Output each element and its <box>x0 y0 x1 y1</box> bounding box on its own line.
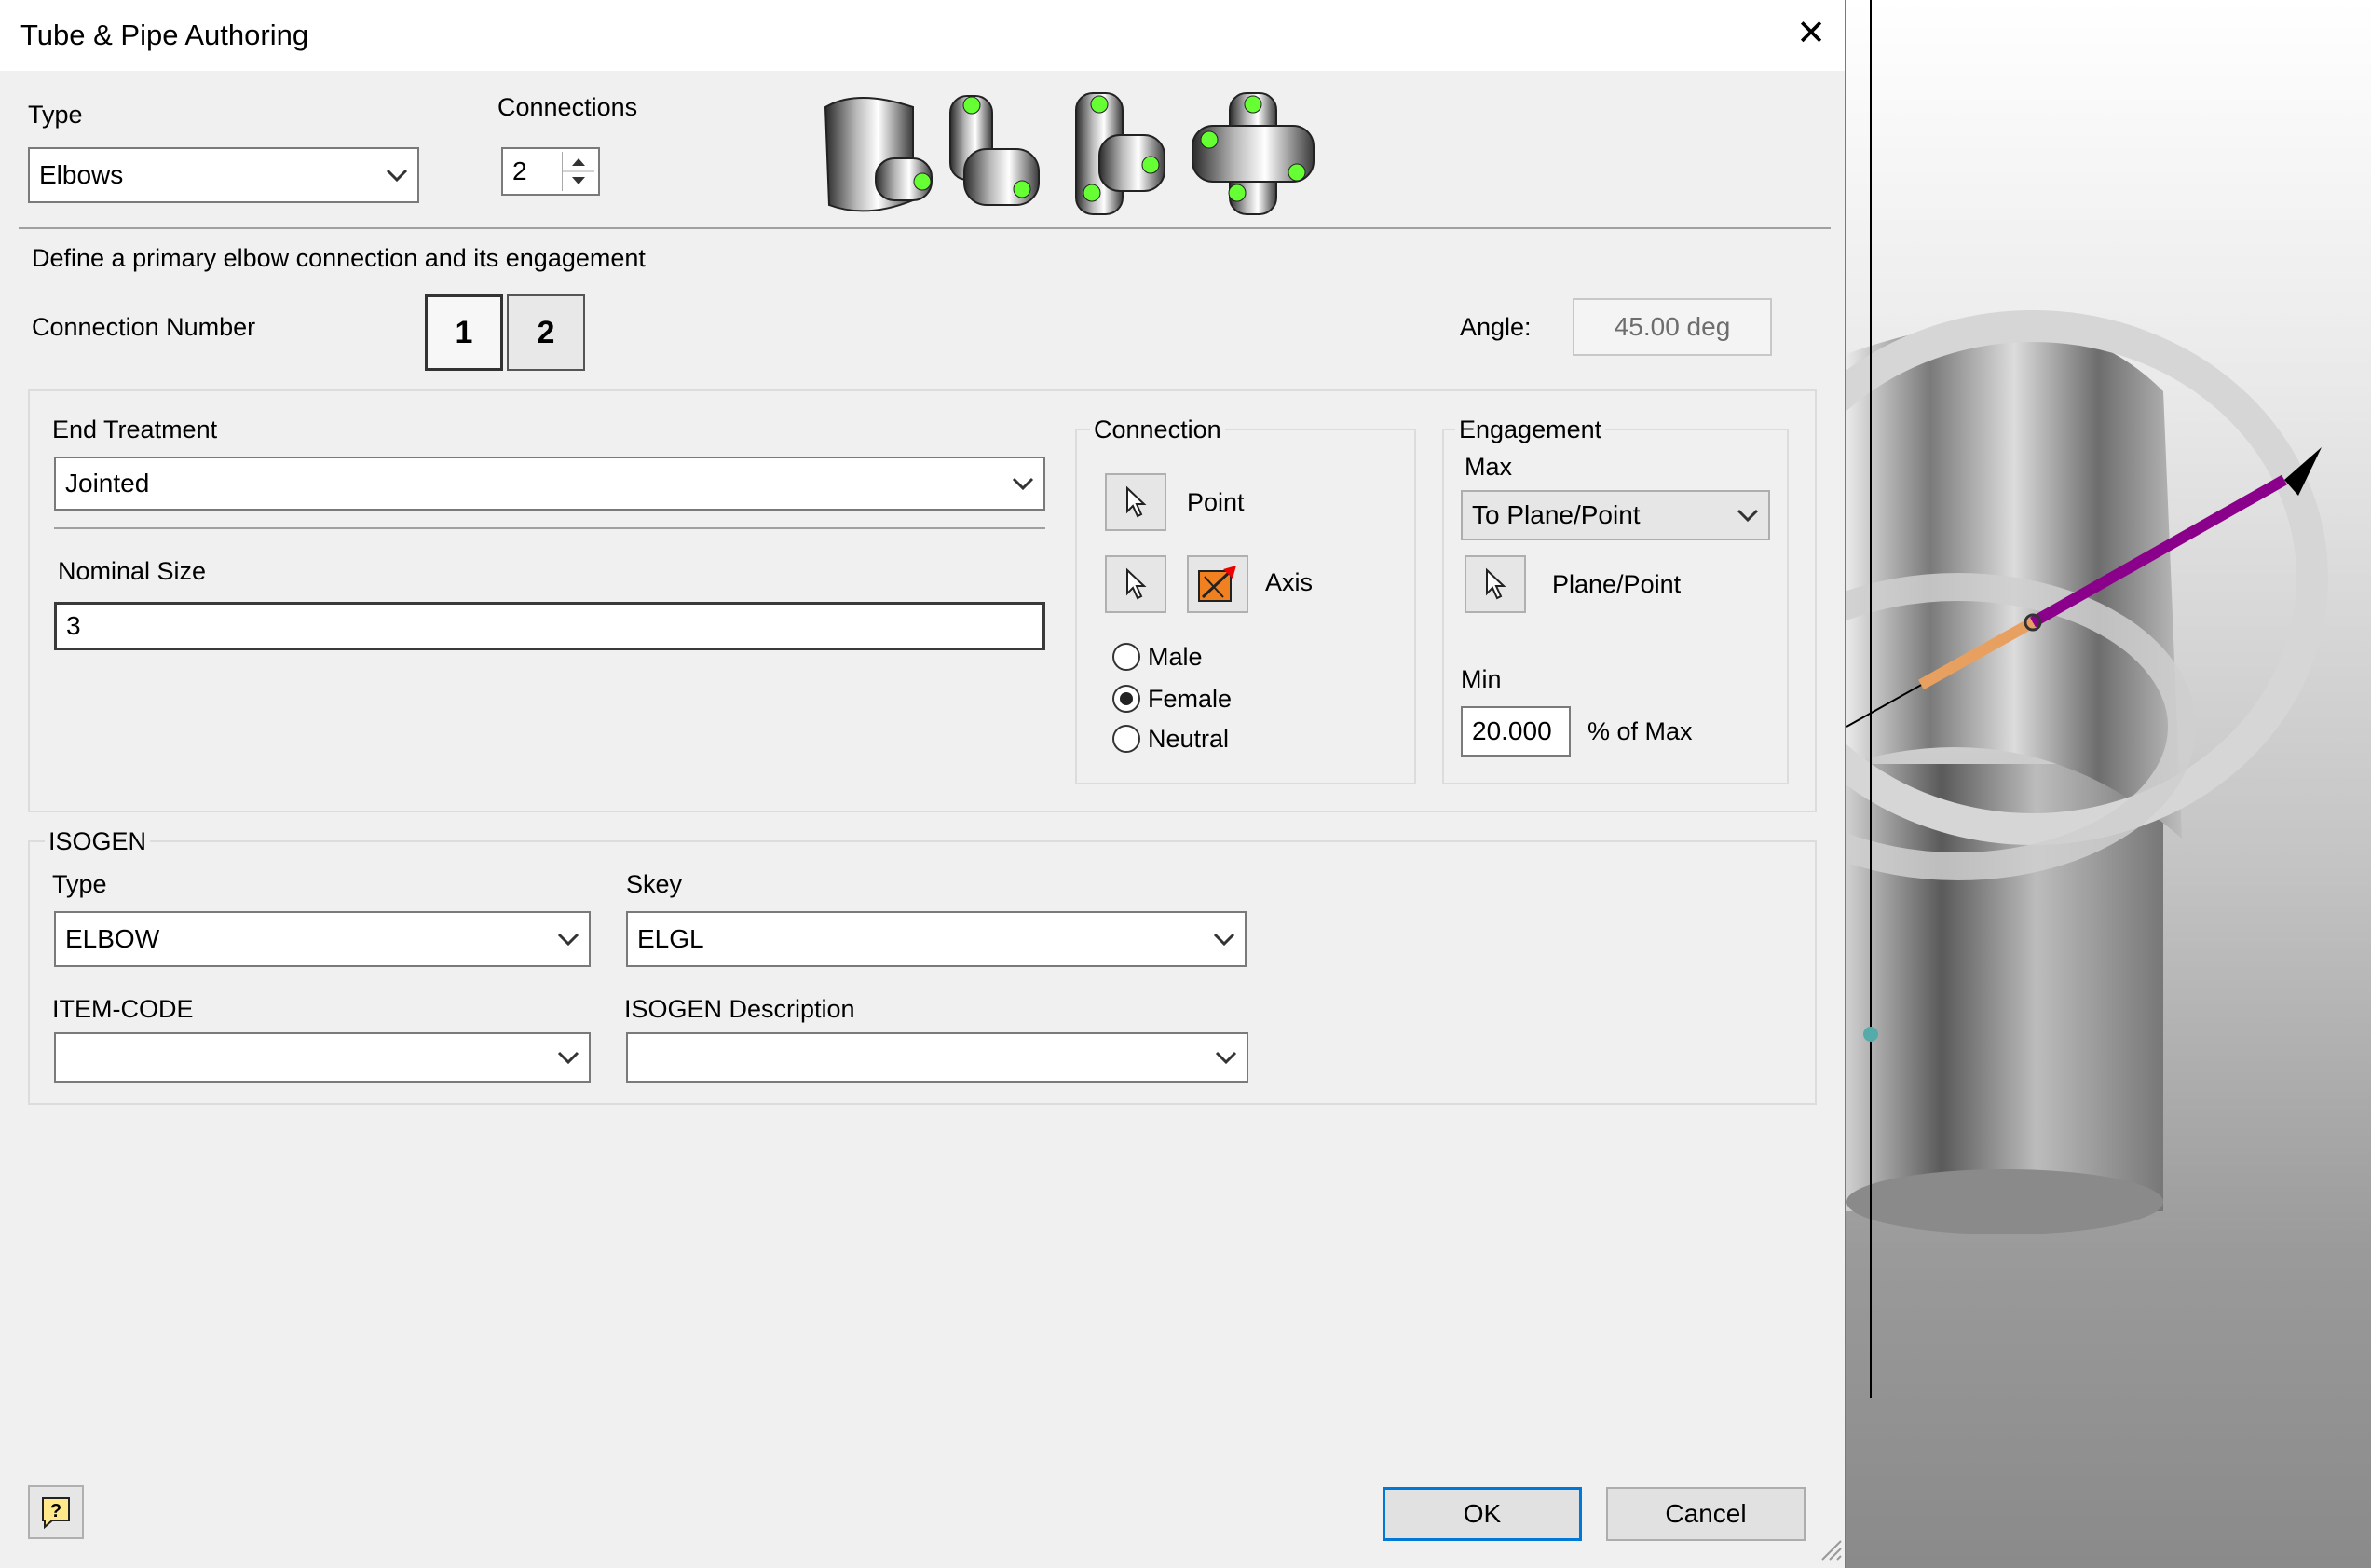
engagement-max-dropdown[interactable]: To Plane/Point <box>1461 490 1770 540</box>
connections-spinner[interactable]: 2 <box>501 147 600 196</box>
elbow-90-preview-icon <box>949 95 1040 206</box>
nominal-size-value: 3 <box>66 611 81 640</box>
chevron-down-icon <box>557 933 579 946</box>
engagement-min-input[interactable]: 20.000 <box>1461 706 1571 757</box>
svg-text:?: ? <box>50 1501 61 1521</box>
chevron-down-icon <box>1737 509 1759 522</box>
end-treatment-separator <box>54 527 1045 529</box>
item-code-label: ITEM-CODE <box>52 995 194 1023</box>
connection-number-label: Connection Number <box>32 313 256 341</box>
engagement-group-label: Engagement <box>1455 416 1606 444</box>
connections-label: Connections <box>497 93 638 121</box>
isogen-group-label: ISOGEN <box>45 827 151 856</box>
skey-dropdown[interactable]: ELGL <box>626 911 1247 967</box>
header-separator <box>19 227 1831 229</box>
female-label: Female <box>1148 685 1233 713</box>
neutral-radio[interactable] <box>1112 725 1140 753</box>
instruction-text: Define a primary elbow connection and it… <box>32 244 646 272</box>
engagement-max-label: Max <box>1465 453 1513 481</box>
elbow-45-preview-icon <box>824 97 933 212</box>
end-treatment-label: End Treatment <box>52 416 218 443</box>
engagement-min-value: 20.000 <box>1472 716 1552 745</box>
isogen-description-label: ISOGEN Description <box>624 995 855 1023</box>
end-treatment-dropdown[interactable]: Jointed <box>54 457 1045 511</box>
nominal-size-input[interactable]: 3 <box>54 602 1045 650</box>
tube-pipe-authoring-dialog: Tube & Pipe Authoring ✕ Type Elbows Conn… <box>0 0 1846 1568</box>
select-arrow-icon <box>1126 567 1147 600</box>
type-label: Type <box>28 101 83 129</box>
type-value: Elbows <box>39 160 124 189</box>
axis-label: Axis <box>1265 568 1314 596</box>
percent-of-max-label: % of Max <box>1587 717 1693 745</box>
dialog-title: Tube & Pipe Authoring <box>20 19 309 51</box>
resize-grip[interactable] <box>1817 1535 1843 1561</box>
plane-point-label: Plane/Point <box>1552 570 1682 598</box>
isogen-description-dropdown[interactable] <box>626 1032 1248 1083</box>
type-dropdown[interactable]: Elbows <box>28 147 419 203</box>
title-bar: Tube & Pipe Authoring ✕ <box>0 0 1845 71</box>
3d-viewport[interactable] <box>1846 0 2371 1568</box>
end-treatment-value: Jointed <box>65 469 150 498</box>
flip-axis-button[interactable] <box>1187 555 1248 613</box>
point-label: Point <box>1187 488 1245 516</box>
spinner-arrows[interactable] <box>562 152 594 191</box>
angle-label: Angle: <box>1460 313 1532 341</box>
isogen-type-label: Type <box>52 870 107 898</box>
angle-field: 45.00 deg <box>1573 298 1772 356</box>
male-label: Male <box>1148 643 1203 671</box>
flip-axis-icon <box>1198 566 1236 602</box>
engagement-min-label: Min <box>1461 665 1502 693</box>
chevron-down-icon <box>1012 477 1034 490</box>
close-icon[interactable]: ✕ <box>1791 15 1832 56</box>
chevron-down-icon <box>1215 1051 1237 1064</box>
chevron-down-icon <box>557 1051 579 1064</box>
female-radio[interactable] <box>1112 685 1140 713</box>
fitting-previews <box>820 89 1323 219</box>
isogen-type-value: ELBOW <box>65 924 160 953</box>
nominal-size-label: Nominal Size <box>58 557 207 585</box>
tee-preview-icon <box>1075 92 1165 215</box>
connections-value: 2 <box>512 157 527 185</box>
help-button[interactable]: ? <box>28 1485 84 1539</box>
skey-value: ELGL <box>637 924 704 953</box>
cancel-button[interactable]: Cancel <box>1606 1487 1806 1541</box>
skey-label: Skey <box>626 870 683 898</box>
connection-group-label: Connection <box>1090 416 1225 444</box>
angle-value: 45.00 deg <box>1614 312 1731 341</box>
select-arrow-icon <box>1486 567 1506 600</box>
engagement-max-value: To Plane/Point <box>1472 500 1641 529</box>
select-point-button[interactable] <box>1105 473 1166 531</box>
male-radio[interactable] <box>1112 643 1140 671</box>
help-icon: ? <box>42 1497 70 1530</box>
select-arrow-icon <box>1126 485 1147 518</box>
connection-number-1-button[interactable]: 1 <box>425 294 503 371</box>
chevron-down-icon <box>386 169 408 182</box>
isogen-type-dropdown[interactable]: ELBOW <box>54 911 591 967</box>
neutral-label: Neutral <box>1148 725 1230 753</box>
chevron-down-icon <box>1213 933 1235 946</box>
select-plane-point-button[interactable] <box>1465 555 1526 613</box>
item-code-dropdown[interactable] <box>54 1032 591 1083</box>
ok-button[interactable]: OK <box>1383 1487 1582 1541</box>
select-axis-button[interactable] <box>1105 555 1166 613</box>
elbow-3d-model <box>1846 0 2328 1398</box>
cross-preview-icon <box>1192 92 1315 215</box>
connection-number-2-button[interactable]: 2 <box>507 294 585 371</box>
